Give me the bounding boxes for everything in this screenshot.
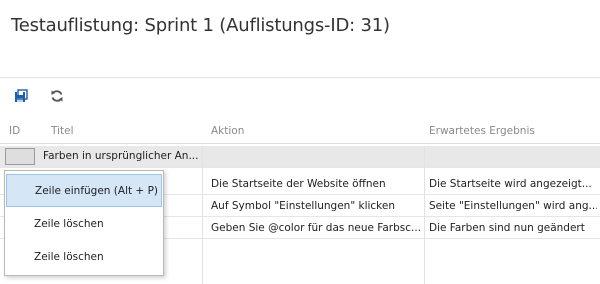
menu-item-insert-row[interactable]: Zeile einfügen (Alt + P) [6,174,162,207]
row-divider [0,167,600,168]
row-3-expected[interactable]: Die Farben sind nun geändert [429,222,597,234]
context-menu: Zeile einfügen (Alt + P) Zeile löschen Z… [4,170,164,276]
menu-item-delete-row[interactable]: Zeile löschen [6,207,162,240]
column-header-titel[interactable]: Titel [51,125,74,137]
column-header-erwartetes-ergebnis[interactable]: Erwartetes Ergebnis [429,125,535,137]
save-button[interactable] [12,87,30,105]
row-2-expected[interactable]: Seite "Einstellungen" wird ang... [429,200,597,212]
refresh-icon [51,90,63,102]
row-1-expected[interactable]: Die Startseite wird angezeigt... [429,178,597,190]
save-icon [15,89,28,102]
page-title: Testauflistung: Sprint 1 (Auflistungs-ID… [11,15,390,36]
row-3-action[interactable]: Geben Sie @color für das neue Farbsc... [211,222,421,234]
menu-item-delete-row-2[interactable]: Zeile löschen [6,240,162,273]
row-id-cell[interactable] [5,148,35,165]
column-header-aktion[interactable]: Aktion [211,125,244,137]
column-header-id[interactable]: ID [9,125,20,137]
column-divider [202,146,203,284]
title-divider [0,77,600,78]
row-2-action[interactable]: Auf Symbol "Einstellungen" klicken [211,200,421,212]
refresh-button[interactable] [48,87,66,105]
row-title-cell[interactable]: Farben in ursprünglicher An... [43,150,199,162]
header-divider [0,143,600,144]
row-1-action[interactable]: Die Startseite der Website öffnen [211,178,421,190]
column-divider [424,146,425,284]
